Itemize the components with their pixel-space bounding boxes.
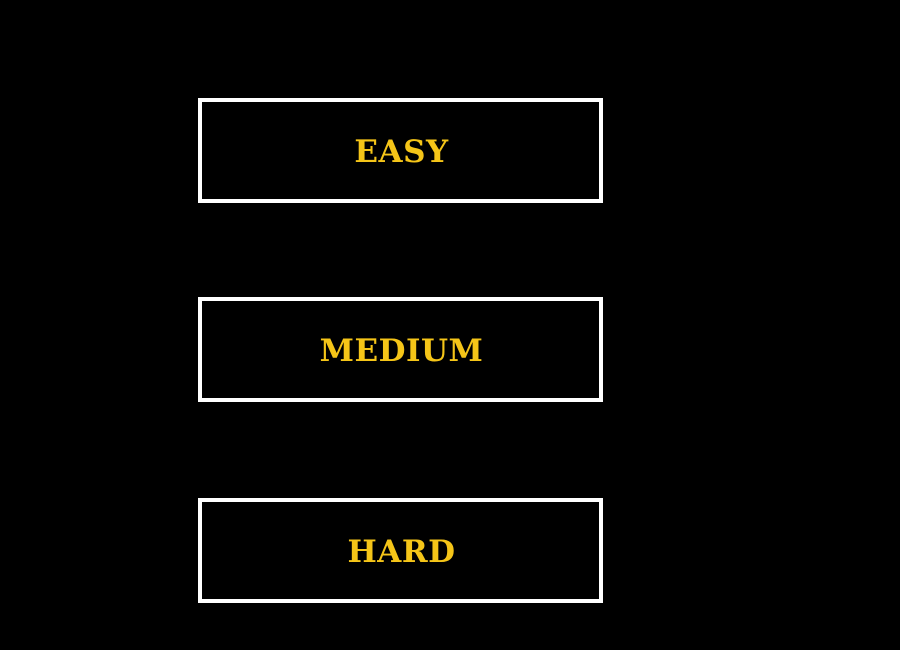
easy-label: EASY	[354, 134, 449, 170]
difficulty-menu: EASY MEDIUM HARD	[0, 0, 900, 650]
easy-button[interactable]: EASY	[198, 98, 603, 203]
hard-button[interactable]: HARD	[198, 498, 603, 603]
medium-button[interactable]: MEDIUM	[198, 297, 603, 402]
hard-label: HARD	[347, 534, 456, 570]
medium-label: MEDIUM	[319, 333, 484, 369]
